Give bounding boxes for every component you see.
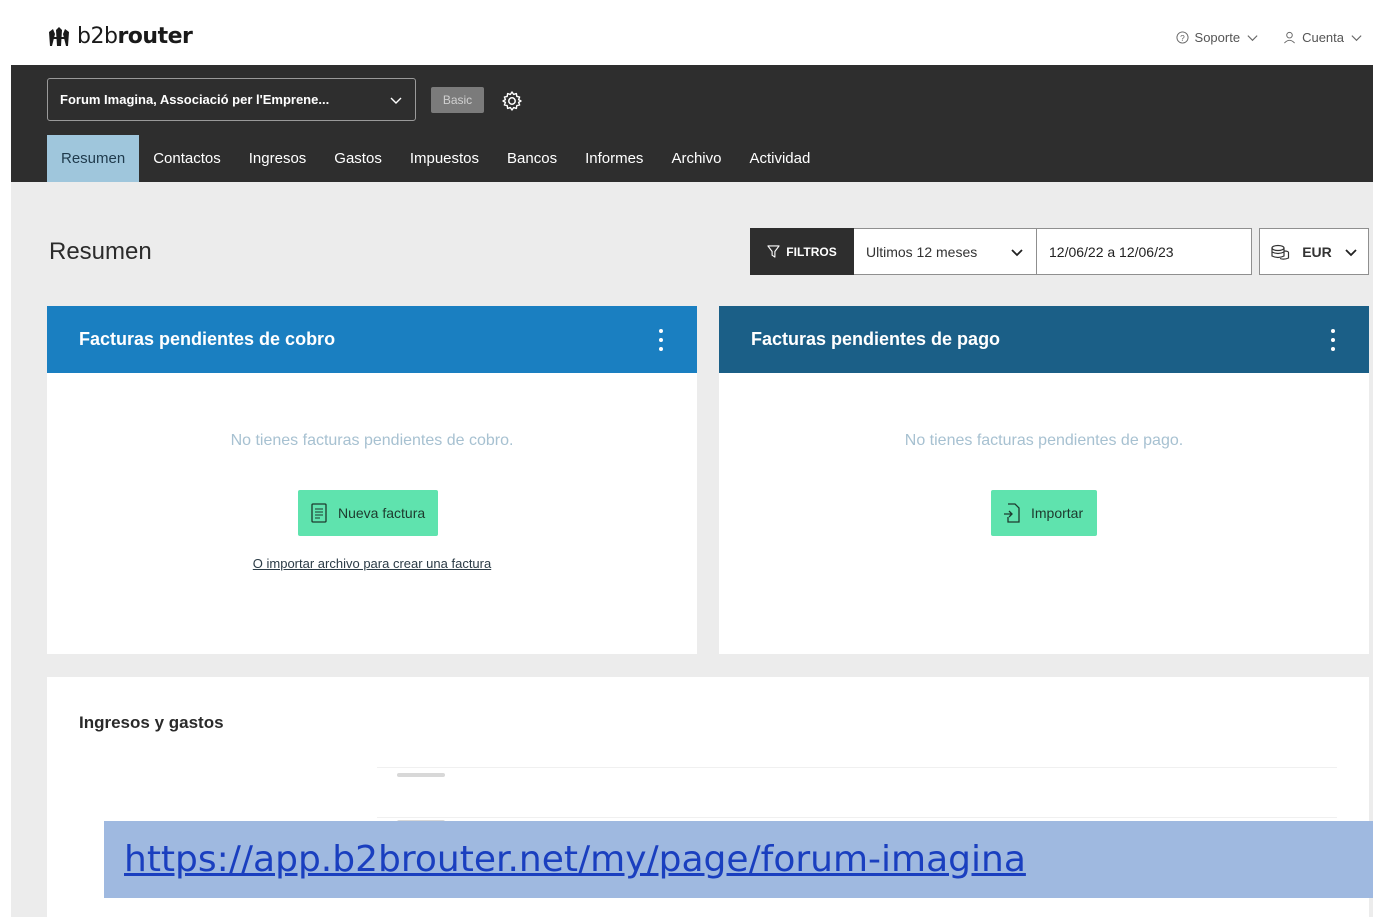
more-options-icon[interactable] [1329,328,1337,351]
plan-badge: Basic [431,87,484,113]
main-header: Forum Imagina, Associació per l'Emprene.… [11,65,1373,182]
chart-gridline [377,767,1337,768]
card-title: Facturas pendientes de cobro [79,329,336,349]
empty-message: No tienes facturas pendientes de pago. [904,432,1184,449]
user-icon [1284,31,1296,44]
tab-resumen[interactable]: Resumen [47,135,140,182]
chevron-down-icon [1247,35,1258,42]
payable-invoices-card: Facturas pendientes de pago No tienes fa… [719,306,1369,654]
app-frame: b2brouter ? Soporte Cuenta Forum Imagina… [11,10,1373,917]
company-selector[interactable]: Forum Imagina, Associació per l'Emprene.… [47,78,416,121]
currency-value: EUR [1302,243,1332,260]
tab-contactos[interactable]: Contactos [139,135,235,182]
tab-gastos[interactable]: Gastos [320,135,396,182]
account-label: Cuenta [1302,30,1344,45]
tab-informes[interactable]: Informes [571,135,657,182]
receivable-invoices-card: Facturas pendientes de cobro No tienes f… [47,306,697,654]
import-file-link[interactable]: O importar archivo para crear una factur… [47,556,697,571]
page-title: Resumen [49,238,152,265]
url-banner: https://app.b2brouter.net/my/page/forum-… [104,821,1373,898]
brand-name: b2brouter [77,24,193,49]
card-title: Facturas pendientes de pago [751,329,1001,349]
top-menu: ? Soporte Cuenta [1175,30,1363,45]
chevron-down-icon [1345,248,1357,256]
main-tabs: Resumen Contactos Ingresos Gastos Impues… [47,135,824,182]
card-title: Ingresos y gastos [79,713,224,732]
card-header: Facturas pendientes de cobro [47,306,697,373]
top-bar: b2brouter ? Soporte Cuenta [11,10,1373,65]
new-invoice-button[interactable]: Nueva factura [298,490,438,536]
import-button[interactable]: Importar [991,490,1097,536]
company-name: Forum Imagina, Associació per l'Emprene.… [60,92,330,107]
account-menu[interactable]: Cuenta [1283,30,1363,45]
date-range-value: 12/06/22 a 12/06/23 [1049,243,1174,260]
chart-tick [397,773,445,777]
chevron-down-icon [390,97,402,104]
filters-button[interactable]: FILTROS [750,228,854,275]
support-label: Soporte [1194,30,1241,45]
brand-logo[interactable]: b2brouter [47,24,193,49]
chevron-down-icon [1011,248,1023,256]
tab-bancos[interactable]: Bancos [493,135,571,182]
period-value: Ultimos 12 meses [866,243,978,260]
gear-icon[interactable] [501,90,523,112]
support-menu[interactable]: ? Soporte [1175,30,1260,45]
filter-icon [767,245,780,258]
date-range-input[interactable]: 12/06/22 a 12/06/23 [1037,228,1252,275]
page-url-link[interactable]: https://app.b2brouter.net/my/page/forum-… [124,839,1026,880]
currency-select[interactable]: EUR [1259,228,1369,275]
filters-label: FILTROS [786,244,837,259]
coins-icon [1271,244,1290,260]
tab-actividad[interactable]: Actividad [735,135,824,182]
chart-gridline [377,817,1337,818]
svg-text:?: ? [1180,33,1185,43]
card-header: Facturas pendientes de pago [719,306,1369,373]
tab-impuestos[interactable]: Impuestos [396,135,493,182]
import-label: Importar [1031,505,1084,521]
new-invoice-label: Nueva factura [338,505,426,521]
filter-bar: FILTROS Ultimos 12 meses 12/06/22 a 12/0… [750,228,1252,275]
empty-message: No tienes facturas pendientes de cobro. [230,432,514,449]
tab-ingresos[interactable]: Ingresos [235,135,321,182]
invoice-icon [311,503,327,523]
file-import-icon [1004,503,1020,523]
period-select[interactable]: Ultimos 12 meses [854,228,1037,275]
more-options-icon[interactable] [657,328,665,351]
tab-archivo[interactable]: Archivo [657,135,735,182]
chevron-down-icon [1351,35,1362,42]
help-icon: ? [1175,31,1189,44]
logo-icon [49,26,69,46]
